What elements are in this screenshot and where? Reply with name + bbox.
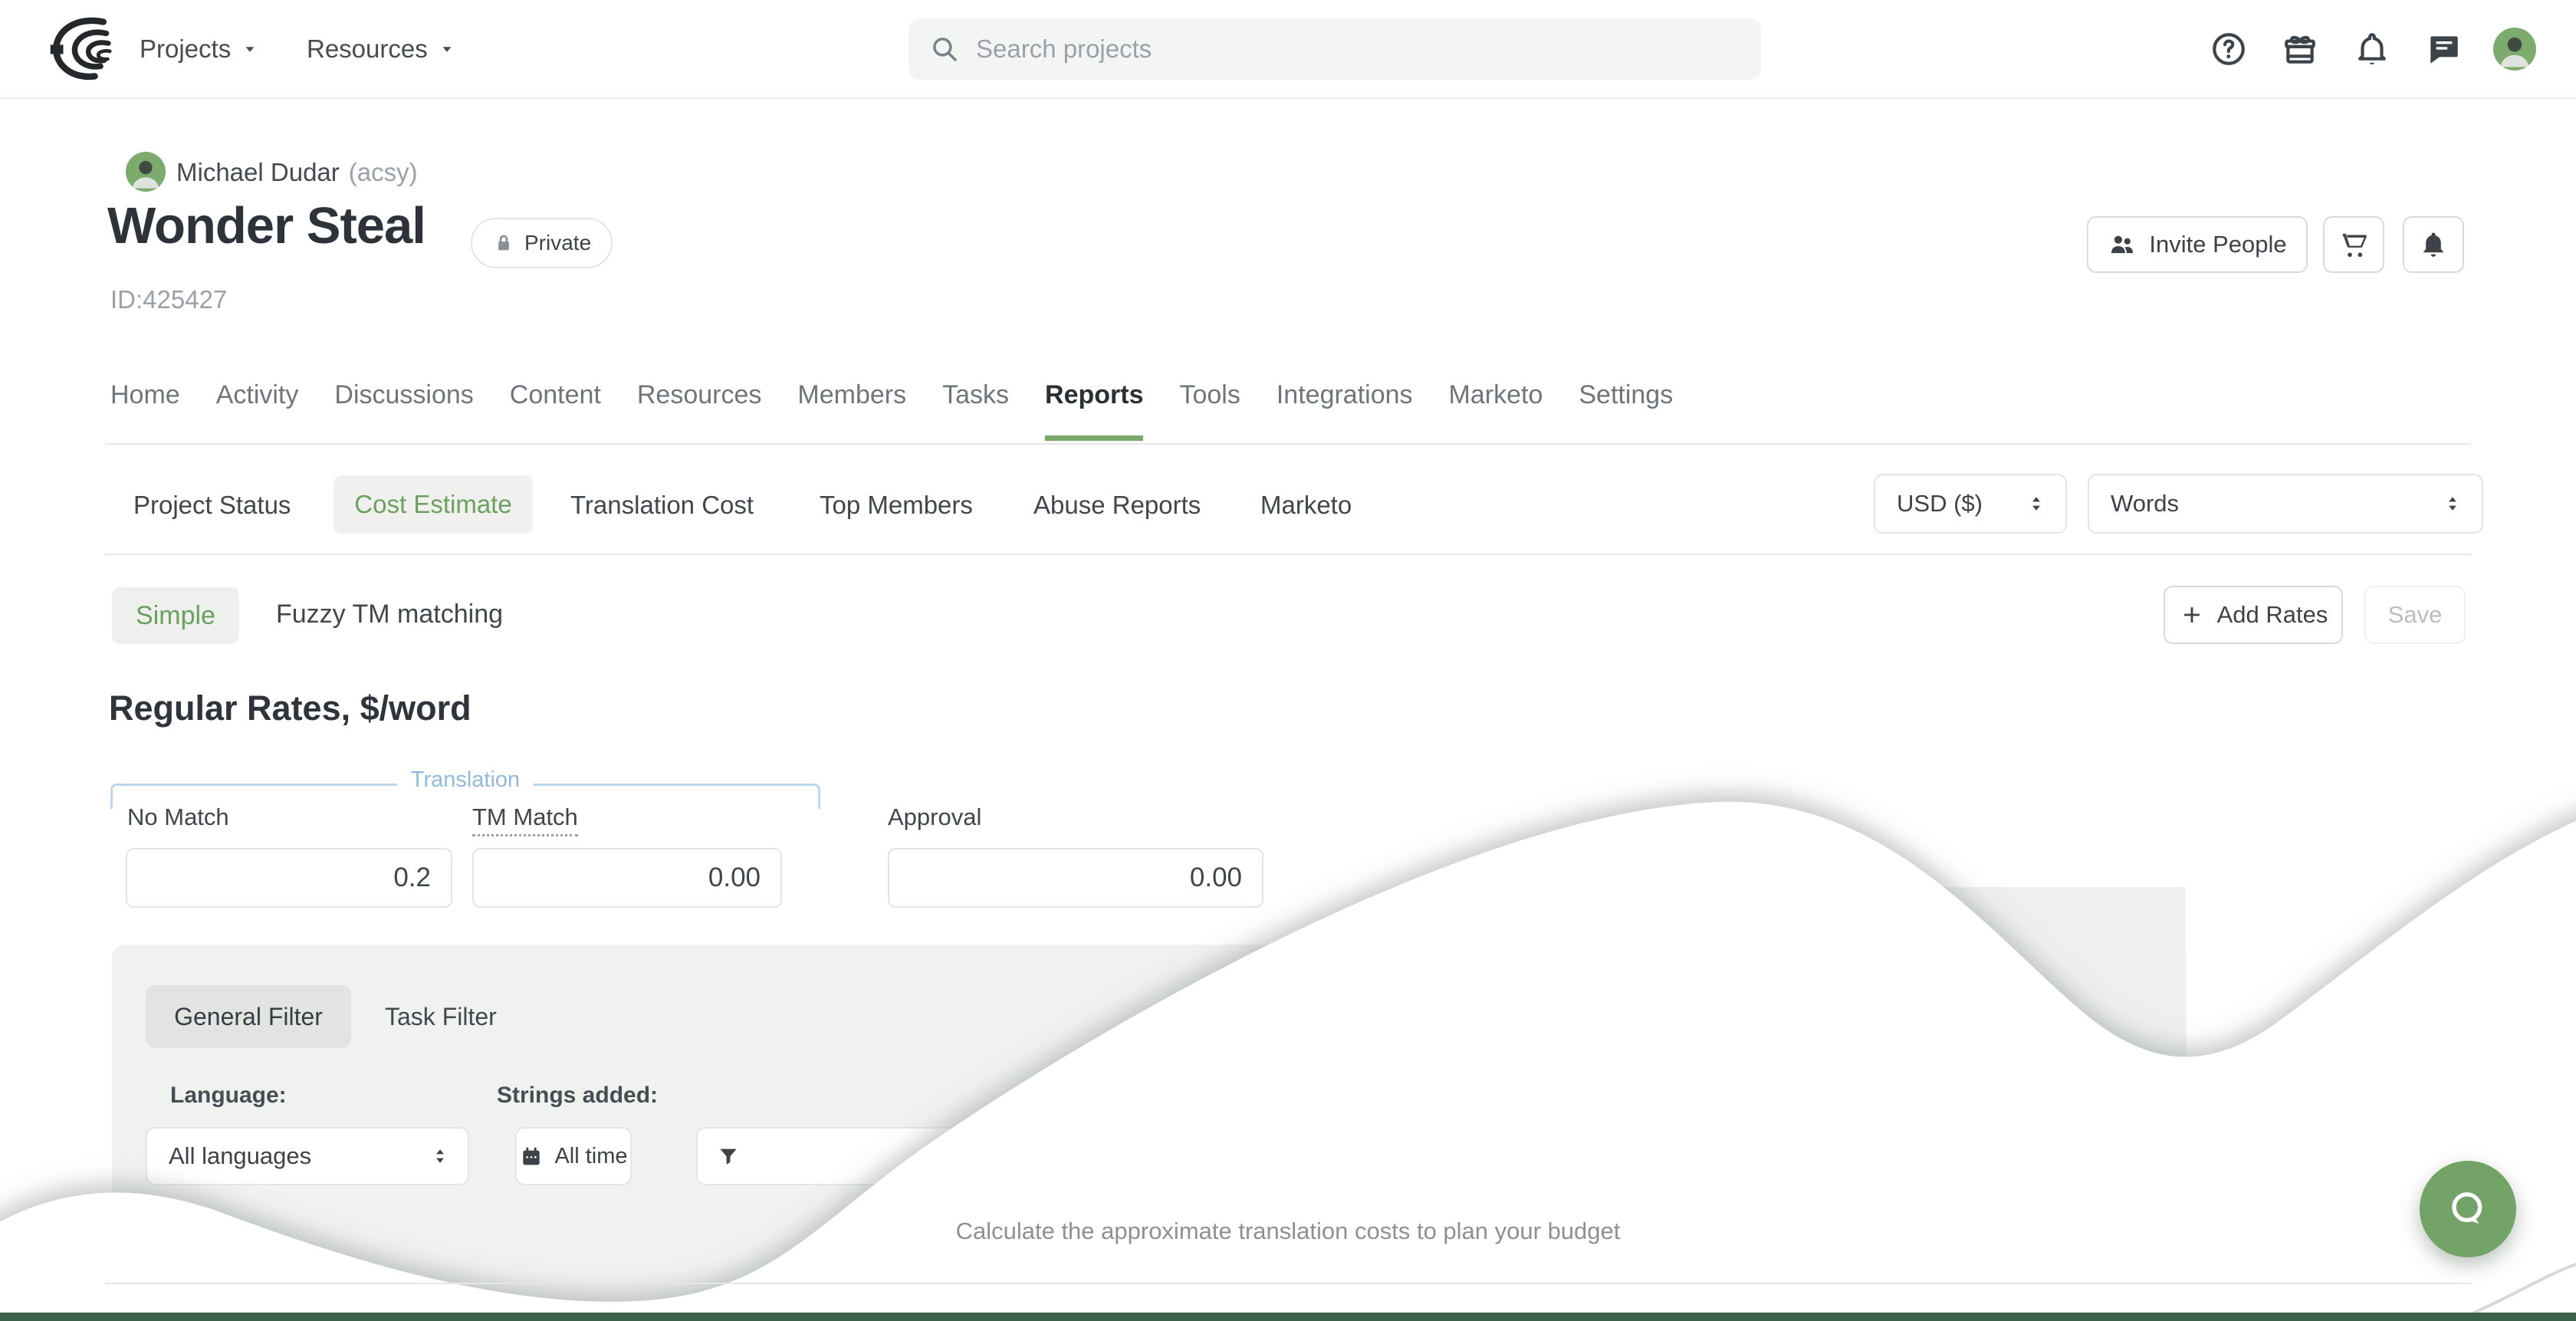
- help-button[interactable]: [2210, 0, 2248, 97]
- footer-green-bar: [0, 1313, 2576, 1321]
- chevron-down-icon: [437, 39, 457, 59]
- bell-icon: [2353, 30, 2391, 68]
- footer-note: Calculate the approximate translation co…: [0, 1217, 2576, 1245]
- messages-button[interactable]: [2424, 0, 2463, 97]
- notifications-button[interactable]: [2353, 0, 2391, 97]
- chat-bubble-outline-icon: [2440, 1181, 2496, 1237]
- gift-icon: [2281, 30, 2319, 68]
- footer-divider: [105, 1283, 2471, 1284]
- page: Projects Resources: [0, 0, 2576, 1321]
- user-avatar[interactable]: [2493, 0, 2536, 97]
- tab-activity[interactable]: Activity: [216, 380, 299, 441]
- tab-resources[interactable]: Resources: [637, 380, 762, 441]
- nav-projects-menu[interactable]: Projects: [140, 0, 260, 97]
- nav-resources-label: Resources: [307, 35, 428, 64]
- nav-projects-label: Projects: [140, 35, 231, 64]
- tab-home[interactable]: Home: [110, 380, 180, 441]
- tab-tasks[interactable]: Tasks: [942, 380, 1009, 441]
- chat-icon: [2424, 30, 2463, 68]
- chevron-down-icon: [240, 39, 260, 59]
- app-logo-icon: [48, 12, 133, 86]
- project-tabs: Home Activity Discussions Content Resour…: [110, 380, 1673, 441]
- help-icon: [2210, 30, 2248, 68]
- tab-reports[interactable]: Reports: [1045, 380, 1143, 441]
- top-navigation-bar: Projects Resources: [0, 0, 2576, 99]
- app-logo[interactable]: [48, 12, 133, 86]
- tab-settings[interactable]: Settings: [1579, 380, 1673, 441]
- decorative-gray-patch: [0, 0, 2576, 1321]
- search-box: [909, 18, 1761, 80]
- tab-tools[interactable]: Tools: [1179, 380, 1240, 441]
- tab-marketo[interactable]: Marketo: [1449, 380, 1543, 441]
- tab-discussions[interactable]: Discussions: [334, 380, 473, 441]
- tab-content[interactable]: Content: [510, 380, 601, 441]
- avatar-person-icon: [2493, 28, 2536, 71]
- help-chat-button[interactable]: [2420, 1161, 2516, 1257]
- search-input[interactable]: [974, 34, 1741, 64]
- tab-members[interactable]: Members: [797, 380, 906, 441]
- nav-resources-menu[interactable]: Resources: [307, 0, 457, 97]
- gift-button[interactable]: [2281, 0, 2319, 97]
- search-icon: [928, 33, 961, 65]
- tab-integrations[interactable]: Integrations: [1276, 380, 1413, 441]
